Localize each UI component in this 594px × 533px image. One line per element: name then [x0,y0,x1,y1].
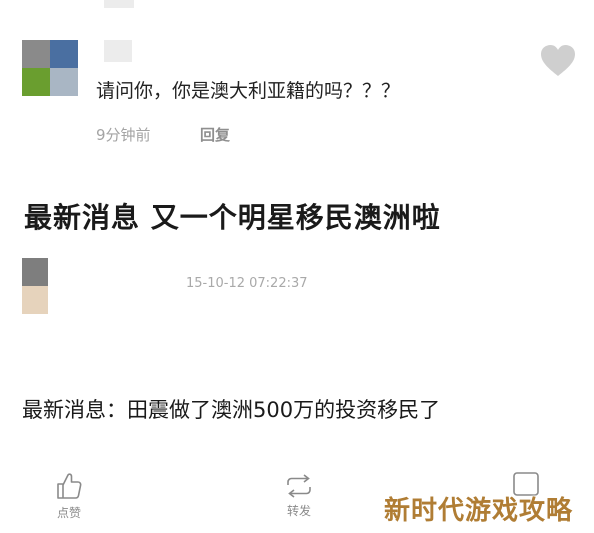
news-headline: 最新消息 又一个明星移民澳洲啦 [24,201,441,234]
heart-icon[interactable] [540,44,576,78]
poster-avatar[interactable] [22,258,48,314]
commenter-avatar[interactable] [22,40,78,96]
avatar-tile [50,68,78,96]
watermark-text: 新时代游戏攻略 [384,496,574,526]
comment-text: 请问你，你是澳大利亚籍的吗？？？ [96,80,401,102]
comment-time: 9分钟前 [96,126,151,144]
avatar-tile [22,258,48,286]
repost-icon [287,474,311,498]
avatar-tile [50,40,78,68]
post-timestamp: 15-10-12 07:22:37 [186,276,308,291]
blurred-commenter-name [104,40,132,62]
avatar-tile [22,286,48,314]
reply-button[interactable]: 回复 [200,124,230,145]
post-body-text: 最新消息：田震做了澳洲500万的投资移民了 [22,398,441,422]
avatar-tile [22,40,50,68]
like-label: 点赞 [56,506,81,520]
blurred-username-fragment [104,0,134,8]
like-button[interactable]: 点赞 [44,472,94,521]
repost-button[interactable]: 转发 [274,474,324,519]
repost-label: 转发 [286,504,311,518]
avatar-tile [22,68,50,96]
thumbs-up-icon [57,473,82,499]
